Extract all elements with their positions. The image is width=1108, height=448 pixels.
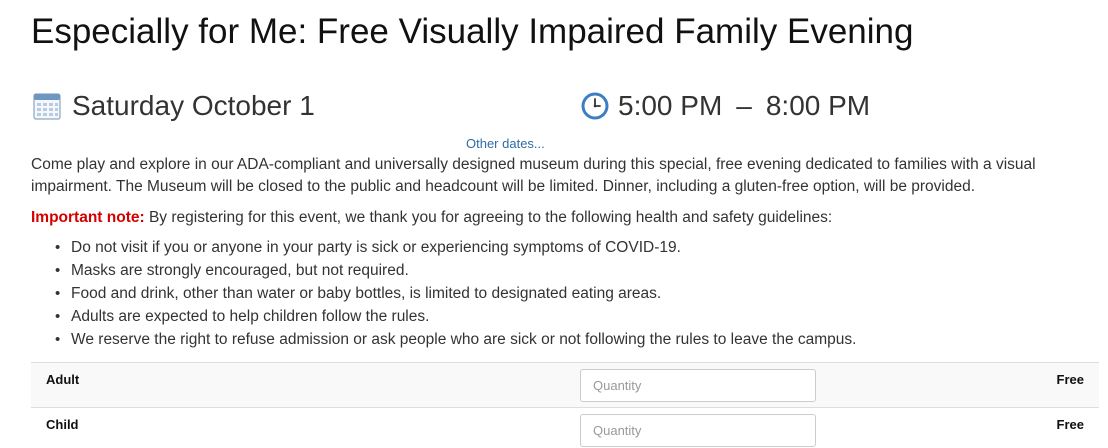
guideline-item: Food and drink, other than water or baby… [55,282,856,305]
clock-icon [580,91,610,121]
event-page: Especially for Me: Free Visually Impaire… [0,0,1108,448]
event-time: 5:00 PM –8:00 PM [618,88,870,124]
start-time: 5:00 PM [618,90,723,121]
ticket-row-adult: Adult Free [31,362,1099,407]
event-description: Come play and explore in our ADA-complia… [31,156,1036,195]
guidelines-list: Do not visit if you or anyone in your pa… [55,236,856,351]
ticket-type-label: Adult [46,372,80,387]
important-note: Important note: By registering for this … [31,207,832,229]
guideline-item: Do not visit if you or anyone in your pa… [55,236,856,259]
event-date-block: Saturday October 1 [32,88,315,124]
guideline-item: Adults are expected to help children fol… [55,305,856,328]
guideline-item: We reserve the right to refuse admission… [55,328,856,351]
time-separator: – [736,90,752,121]
important-note-text: By registering for this event, we thank … [144,209,833,226]
ticket-type-label: Child [46,417,79,432]
guideline-item: Masks are strongly encouraged, but not r… [55,259,856,282]
important-note-label: Important note: [31,209,145,226]
ticket-price: Free [1056,417,1084,432]
other-dates-link[interactable]: Other dates... [466,136,545,152]
end-time: 8:00 PM [765,90,871,121]
event-time-block: 5:00 PM –8:00 PM [580,88,870,124]
child-quantity-input[interactable] [580,414,816,447]
ticket-table: Adult Free Child Free [31,362,1099,448]
adult-quantity-input[interactable] [580,369,816,402]
event-date: Saturday October 1 [72,90,315,121]
calendar-icon [32,91,62,121]
ticket-row-child: Child Free [31,407,1099,448]
event-title: Especially for Me: Free Visually Impaire… [31,12,914,51]
ticket-price: Free [1056,372,1084,387]
